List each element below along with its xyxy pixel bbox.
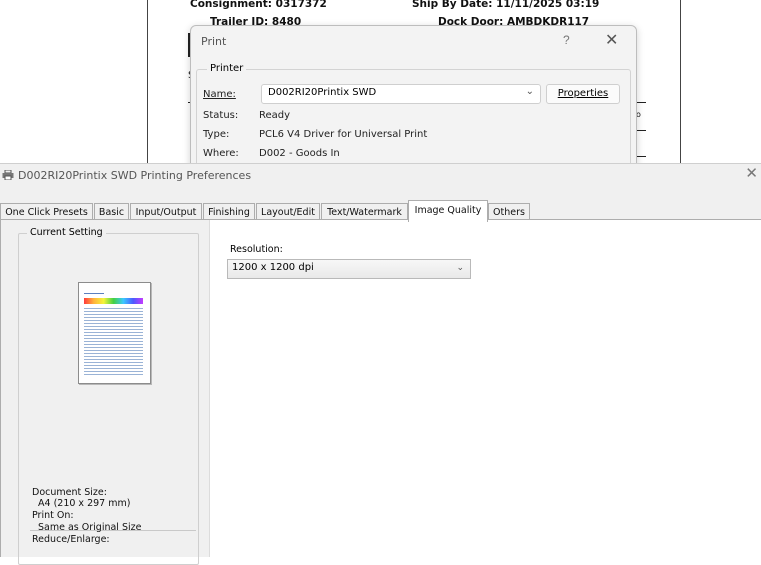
ship-by-text: Ship By Date: 11/11/2025 03:19 [412, 0, 600, 10]
doc-rule-right2 [636, 130, 646, 131]
close-icon[interactable]: ✕ [745, 164, 758, 182]
print-on-label: Print On: [32, 510, 74, 521]
chevron-down-icon: ⌄ [456, 262, 464, 272]
resolution-select[interactable]: 1200 x 1200 dpi ⌄ [227, 259, 471, 279]
resolution-label: Resolution: [230, 244, 283, 255]
where-label: Where: [203, 148, 239, 159]
image-quality-panel: Current Setting Document Size: A4 (210 x… [0, 219, 761, 565]
tab-image-quality[interactable]: Image Quality [408, 200, 488, 222]
type-label: Type: [203, 129, 230, 140]
trailer-text: Trailer ID: 8480 [210, 16, 302, 25]
print-on-value: Same as Original Size [38, 522, 142, 533]
window-title: D002RI20Printix SWD Printing Preferences [18, 169, 252, 182]
document-size-label: Document Size: [32, 487, 107, 498]
page-preview [78, 282, 151, 384]
printer-name-value: D002RI20Printix SWD [268, 87, 377, 98]
print-dialog: Print ? ✕ Printer Name: D002RI20Printix … [190, 25, 637, 181]
resolution-value: 1200 x 1200 dpi [232, 262, 314, 273]
help-button[interactable]: ? [563, 33, 570, 47]
doc-rule-right3 [636, 156, 646, 157]
printer-name-select[interactable]: D002RI20Printix SWD ⌄ [261, 84, 541, 104]
color-strip [84, 298, 143, 304]
reduce-enlarge-label: Reduce/Enlarge: [32, 534, 110, 545]
printer-group-label: Printer [207, 63, 247, 74]
printer-icon [2, 170, 14, 180]
current-setting-label: Current Setting [27, 227, 106, 238]
status-label: Status: [203, 110, 239, 121]
print-dialog-title: Print [201, 35, 227, 48]
properties-button[interactable]: Properties [546, 84, 620, 104]
where-value: D002 - Goods In [259, 148, 340, 159]
printing-preferences-window: D002RI20Printix SWD Printing Preferences… [0, 163, 761, 565]
name-label: Name: [203, 89, 236, 100]
dock-text: Dock Door: AMBDKDR117 [438, 16, 590, 25]
doc-rule-right [636, 102, 646, 103]
consignment-text: Consignment: 0317372 [190, 0, 327, 10]
document-size-value: A4 (210 x 297 mm) [38, 498, 131, 509]
print-dialog-close-icon[interactable]: ✕ [605, 30, 618, 50]
chevron-down-icon: ⌄ [525, 86, 534, 97]
current-setting-pane: Current Setting Document Size: A4 (210 x… [1, 220, 210, 565]
type-value: PCL6 V4 Driver for Universal Print [259, 129, 428, 140]
status-value: Ready [259, 110, 291, 121]
